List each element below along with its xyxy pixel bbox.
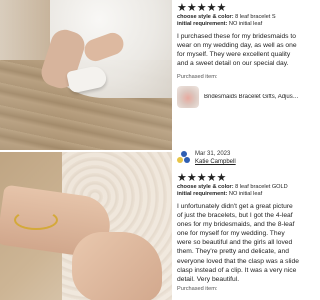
reviewer-name-link[interactable]: Katie Campbell xyxy=(195,158,236,166)
reviewer-row: Mar 31, 2023 Katie Campbell xyxy=(177,150,300,166)
photo-hand xyxy=(72,232,162,300)
review-text: I purchased these for my bridesmaids to … xyxy=(177,33,297,68)
photo-bracelet xyxy=(14,210,58,230)
review-card-1: ★★★★★ choose style & color: 8 leaf brace… xyxy=(177,0,300,109)
star-rating: ★★★★★ xyxy=(177,2,227,14)
review-photo-shoes[interactable] xyxy=(0,0,172,150)
review-date: Mar 31, 2023 xyxy=(195,151,231,157)
review-photo-bracelet[interactable] xyxy=(0,152,172,300)
review-text: I unfortunately didn't get a great pictu… xyxy=(177,203,299,283)
product-thumbnail[interactable] xyxy=(177,86,199,109)
review-card-2: Mar 31, 2023 Katie Campbell ★★★★★ choose… xyxy=(177,150,300,292)
style-variation: choose style & color: 8 leaf bracelet S xyxy=(177,14,276,20)
purchased-item-link[interactable]: Bridesmaids Bracelet Gifts, Adjustable..… xyxy=(177,86,300,109)
product-name-link[interactable]: Bridesmaids Bracelet Gifts, Adjustable..… xyxy=(204,94,300,100)
style-variation: choose style & color: 8 leaf bracelet GO… xyxy=(177,184,288,190)
purchased-item-label: Purchased item: xyxy=(177,74,218,81)
reviewer-avatar[interactable] xyxy=(177,151,191,165)
initial-requirement: initial requirement: NO initial leaf xyxy=(177,191,263,197)
initial-requirement: initial requirement: NO initial leaf xyxy=(177,21,263,27)
star-rating: ★★★★★ xyxy=(177,172,227,184)
purchased-item-label: Purchased item: xyxy=(177,285,218,292)
